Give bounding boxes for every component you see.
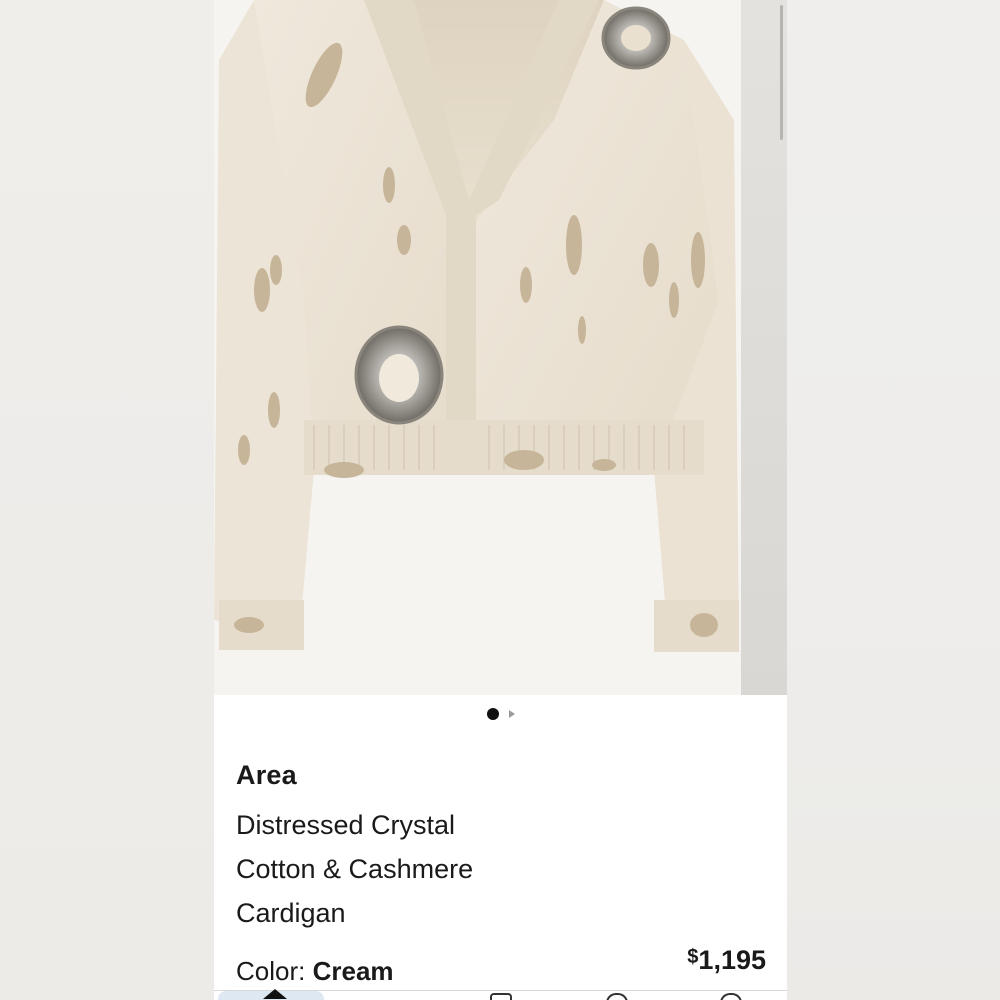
home-icon	[263, 989, 287, 999]
price-currency: $	[687, 946, 699, 968]
title-row: Distressed Crystal Cotton & Cashmere Car…	[236, 803, 766, 975]
price-amount: 1,195	[698, 945, 766, 975]
product-title-line: Cotton & Cashmere	[236, 854, 474, 884]
blurred-background-left	[0, 0, 214, 1000]
brand-name[interactable]: Area	[236, 760, 766, 791]
blurred-background-right	[787, 0, 1000, 1000]
product-page: Area Distressed Crystal Cotton & Cashmer…	[214, 0, 787, 1000]
carousel-pagination[interactable]	[214, 706, 787, 722]
shop-icon[interactable]	[490, 993, 512, 1000]
color-label: Color:	[236, 956, 306, 986]
product-price: $1,195	[687, 935, 766, 982]
bottom-tab-bar	[214, 989, 787, 1000]
crystal-brooch-left	[354, 325, 444, 425]
account-icon[interactable]	[720, 993, 742, 1000]
product-title-line: Distressed Crystal	[236, 810, 456, 840]
scroll-indicator	[780, 5, 783, 140]
image-carousel[interactable]	[214, 0, 787, 695]
pagination-next-arrow-icon[interactable]	[508, 710, 515, 718]
color-value: Cream	[312, 956, 394, 986]
pagination-dot-active[interactable]	[486, 708, 499, 720]
color-selector[interactable]: Color: Cream	[236, 956, 394, 987]
screenshot-frame: Area Distressed Crystal Cotton & Cashmer…	[0, 0, 1000, 1000]
product-title: Distressed Crystal Cotton & Cashmere Car…	[236, 803, 596, 935]
product-info: Area Distressed Crystal Cotton & Cashmer…	[236, 760, 766, 975]
crystal-brooch-right	[601, 6, 671, 70]
product-title-line: Cardigan	[236, 898, 346, 928]
wishlist-icon[interactable]	[606, 993, 628, 1000]
product-photo[interactable]	[214, 0, 739, 695]
tab-home[interactable]	[218, 989, 324, 1000]
